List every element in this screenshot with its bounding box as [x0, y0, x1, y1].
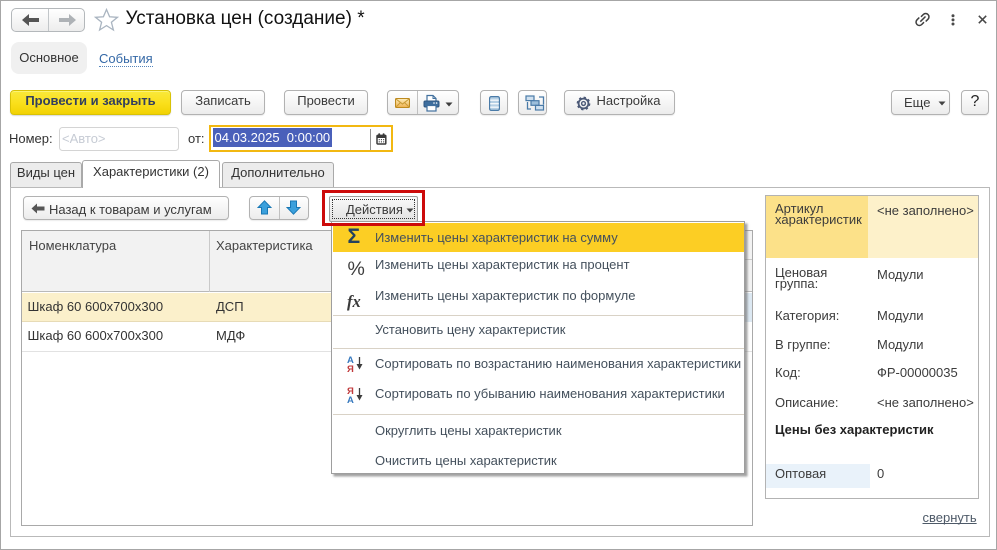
svg-text:Я: Я [347, 364, 354, 373]
svg-text:А: А [347, 395, 354, 404]
